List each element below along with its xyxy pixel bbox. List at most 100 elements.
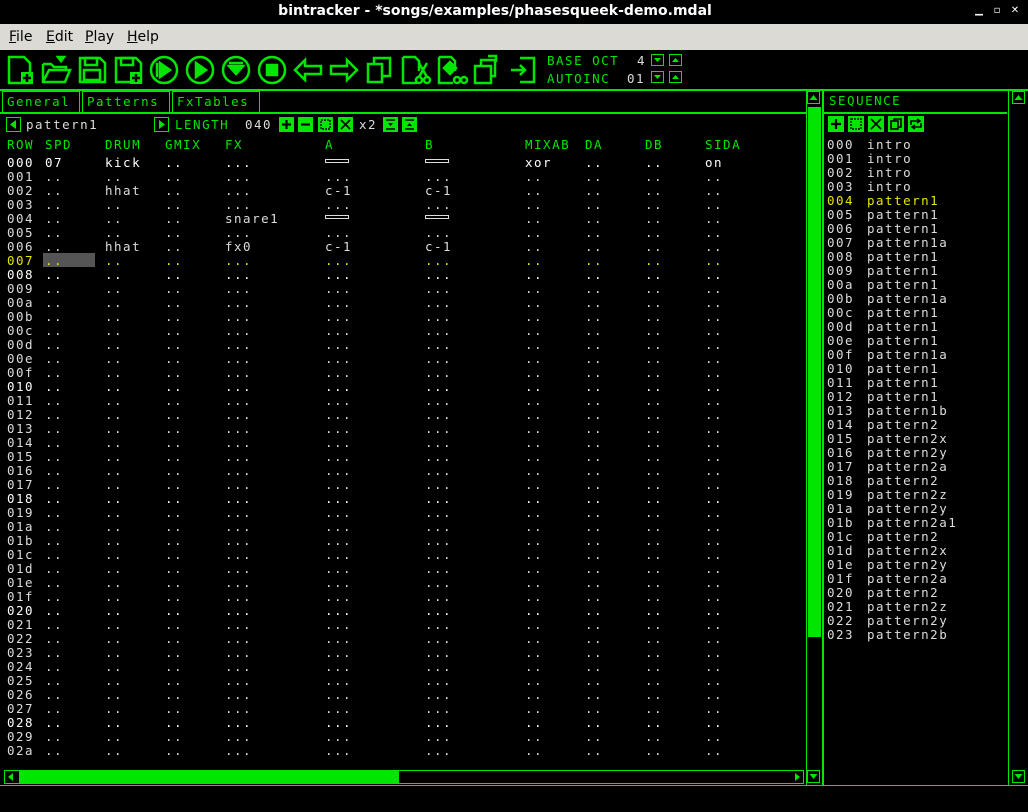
pattern-cell[interactable]: .. [585, 183, 603, 198]
pattern-cell[interactable]: .. [165, 505, 183, 520]
pattern-cell[interactable]: ... [425, 743, 452, 758]
pattern-cell[interactable]: 07 [45, 155, 63, 170]
pattern-cell[interactable]: .. [585, 253, 603, 268]
pattern-cell[interactable]: ... [425, 351, 452, 366]
pattern-cell[interactable]: .. [645, 729, 663, 744]
pattern-cell[interactable]: ... [325, 253, 352, 268]
expand-rows-icon[interactable] [402, 117, 417, 132]
pattern-cell[interactable]: .. [45, 729, 63, 744]
pattern-cell[interactable]: .. [585, 351, 603, 366]
pattern-cell[interactable]: .. [705, 435, 723, 450]
pattern-cell[interactable]: .. [525, 505, 543, 520]
pattern-cell[interactable]: .. [45, 589, 63, 604]
pattern-cell[interactable]: ... [425, 715, 452, 730]
pattern-cell[interactable]: .. [585, 729, 603, 744]
pattern-cell[interactable]: .. [45, 337, 63, 352]
pattern-cell[interactable]: .. [645, 323, 663, 338]
pattern-cell[interactable]: ... [425, 295, 452, 310]
pattern-cell[interactable]: .. [585, 701, 603, 716]
scroll-up-icon[interactable] [807, 91, 820, 104]
tab-general[interactable]: General [2, 91, 80, 113]
pattern-cell[interactable]: .. [165, 337, 183, 352]
pattern-cell[interactable]: .. [525, 533, 543, 548]
pattern-cell[interactable]: ... [425, 533, 452, 548]
pattern-cell[interactable]: .. [705, 197, 723, 212]
pattern-cell[interactable]: .. [165, 239, 183, 254]
pattern-cell[interactable]: .. [45, 673, 63, 688]
pattern-cell[interactable]: .. [705, 547, 723, 562]
pattern-cell[interactable]: ... [225, 715, 252, 730]
pattern-cell[interactable]: .. [105, 211, 123, 226]
pattern-cell[interactable]: ... [425, 267, 452, 282]
pattern-cell[interactable]: ... [325, 449, 352, 464]
sequence-row[interactable]: 00f pattern1a [827, 347, 947, 362]
pattern-cell[interactable]: .. [705, 659, 723, 674]
pattern-cell[interactable]: ... [325, 337, 352, 352]
cursor-cell[interactable]: .. [43, 253, 95, 268]
pattern-cell[interactable]: .. [105, 463, 123, 478]
pattern-cell[interactable]: .. [45, 687, 63, 702]
sequence-row[interactable]: 001 intro [827, 151, 911, 166]
pattern-cell[interactable]: .. [525, 729, 543, 744]
pattern-cell[interactable]: .. [585, 603, 603, 618]
pattern-cell[interactable]: .. [45, 211, 63, 226]
sequence-row[interactable]: 023 pattern2b [827, 627, 947, 642]
sequence-row[interactable]: 00e pattern1 [827, 333, 938, 348]
pattern-cell[interactable]: .. [105, 253, 123, 268]
pattern-cell[interactable]: ... [325, 701, 352, 716]
pattern-cell[interactable]: .. [645, 239, 663, 254]
pattern-cell[interactable]: .. [585, 225, 603, 240]
pattern-cell[interactable]: .. [105, 491, 123, 506]
remove-icon[interactable] [298, 117, 313, 132]
pattern-cell[interactable]: ... [325, 281, 352, 296]
seq-expand-icon[interactable] [848, 116, 864, 132]
pattern-cell[interactable]: .. [105, 519, 123, 534]
tab-patterns[interactable]: Patterns [82, 91, 170, 113]
pattern-cell[interactable]: .. [705, 743, 723, 758]
pattern-cell[interactable]: .. [45, 575, 63, 590]
pattern-cell[interactable]: ... [225, 365, 252, 380]
pattern-cell[interactable]: .. [705, 295, 723, 310]
pattern-cell[interactable]: .. [705, 463, 723, 478]
pattern-cell[interactable]: ... [225, 253, 252, 268]
seq-remove-icon[interactable] [868, 116, 884, 132]
pattern-cell[interactable]: .. [165, 533, 183, 548]
pattern-cell[interactable]: .. [105, 351, 123, 366]
pattern-cell[interactable]: .. [525, 575, 543, 590]
pattern-cell[interactable]: .. [705, 477, 723, 492]
autoinc-down-icon[interactable] [651, 71, 664, 83]
sequence-row[interactable]: 011 pattern1 [827, 375, 938, 390]
pattern-cell[interactable]: ... [325, 267, 352, 282]
pattern-cell[interactable]: .. [45, 561, 63, 576]
pattern-cell[interactable]: .. [165, 715, 183, 730]
pattern-cell[interactable]: ... [325, 729, 352, 744]
save-as-icon[interactable] [112, 54, 144, 86]
pattern-cell[interactable]: .. [705, 281, 723, 296]
autoinc-value[interactable]: 01 [627, 71, 645, 86]
pattern-cell[interactable]: .. [645, 631, 663, 646]
pattern-cell[interactable]: .. [585, 281, 603, 296]
copy-icon[interactable] [364, 54, 396, 86]
pattern-cell[interactable]: .. [525, 547, 543, 562]
pattern-cell[interactable]: .. [585, 505, 603, 520]
pattern-cell[interactable]: .. [645, 519, 663, 534]
pattern-cell[interactable]: .. [105, 617, 123, 632]
sequence-row[interactable]: 021 pattern2z [827, 599, 947, 614]
pattern-cell[interactable]: .. [165, 295, 183, 310]
pattern-cell[interactable]: ... [325, 547, 352, 562]
pattern-cell[interactable]: .. [45, 617, 63, 632]
pattern-cell[interactable]: ... [425, 197, 452, 212]
pattern-cell[interactable]: ... [225, 701, 252, 716]
pattern-cell[interactable]: .. [45, 309, 63, 324]
pattern-cell[interactable]: ... [225, 281, 252, 296]
pattern-cell[interactable]: .. [645, 421, 663, 436]
pattern-cell[interactable]: ... [425, 309, 452, 324]
sequence-row[interactable]: 010 pattern1 [827, 361, 938, 376]
pattern-cell[interactable]: .. [705, 701, 723, 716]
pattern-cell[interactable]: .. [645, 309, 663, 324]
menu-help[interactable]: Help [127, 29, 159, 45]
pattern-cell[interactable]: .. [525, 351, 543, 366]
pattern-cell[interactable]: .. [165, 631, 183, 646]
sequence-row[interactable]: 007 pattern1a [827, 235, 947, 250]
pattern-cell[interactable]: .. [45, 421, 63, 436]
